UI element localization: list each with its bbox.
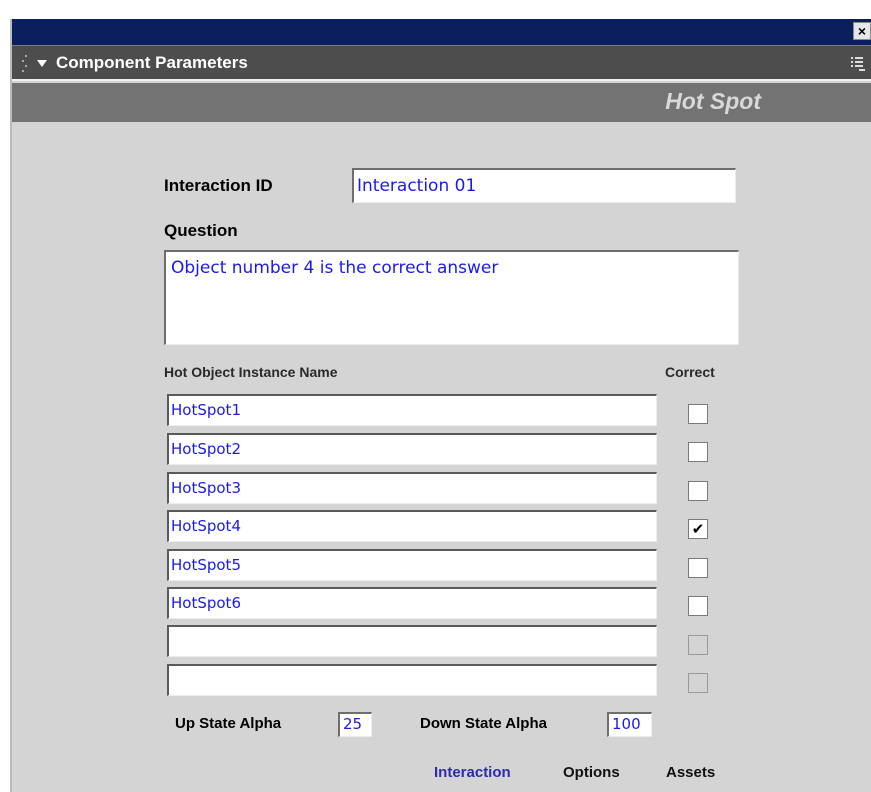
hotspot-name-input[interactable]: HotSpot6 (167, 587, 657, 619)
correct-checkbox[interactable] (688, 558, 708, 578)
down-state-alpha-label: Down State Alpha (420, 715, 547, 732)
correct-checkbox[interactable]: ✔ (688, 519, 708, 539)
drag-grip-icon[interactable] (22, 53, 28, 73)
component-panel: × Component Parameters Hot Spot Interact… (10, 19, 871, 792)
correct-checkbox-disabled (688, 635, 708, 655)
hotspot-name-input[interactable]: HotSpot4 (167, 510, 657, 542)
hotspot-name-input[interactable]: HotSpot5 (167, 549, 657, 581)
up-state-alpha-label: Up State Alpha (175, 715, 282, 732)
component-name-label: Hot Spot (665, 88, 761, 114)
close-icon[interactable]: × (853, 22, 871, 40)
tab-assets[interactable]: Assets (666, 764, 715, 781)
correct-checkbox[interactable] (688, 442, 708, 462)
correct-checkbox[interactable] (688, 404, 708, 424)
down-state-alpha-input[interactable]: 100 (607, 712, 652, 737)
question-textarea[interactable]: Object number 4 is the correct answer (164, 250, 739, 345)
panel-header[interactable]: Component Parameters (12, 45, 871, 81)
question-label: Question (164, 221, 238, 240)
correct-checkbox[interactable] (688, 596, 708, 616)
up-state-alpha-input[interactable]: 25 (338, 712, 372, 737)
correct-checkbox-disabled (688, 673, 708, 693)
tab-interaction[interactable]: Interaction (434, 764, 511, 781)
panel-options-menu-icon[interactable] (851, 57, 865, 71)
hotspot-name-input[interactable]: HotSpot3 (167, 472, 657, 504)
hotspot-name-input[interactable] (167, 664, 657, 696)
interaction-id-label: Interaction ID (164, 176, 273, 195)
window-title-bar[interactable]: × (12, 19, 871, 45)
correct-checkbox[interactable] (688, 481, 708, 501)
hotspot-name-input[interactable]: HotSpot1 (167, 394, 657, 426)
component-banner: Hot Spot (12, 83, 871, 122)
tab-options[interactable]: Options (563, 764, 620, 781)
interaction-id-input[interactable]: Interaction 01 (352, 168, 736, 203)
hotspot-name-input[interactable]: HotSpot2 (167, 433, 657, 465)
collapse-triangle-icon[interactable] (37, 60, 47, 67)
hotspot-name-input[interactable] (167, 625, 657, 657)
checkmark-icon: ✔ (691, 520, 705, 538)
hot-object-name-header: Hot Object Instance Name (164, 364, 338, 380)
panel-title: Component Parameters (56, 53, 248, 72)
correct-column-header: Correct (665, 364, 715, 380)
